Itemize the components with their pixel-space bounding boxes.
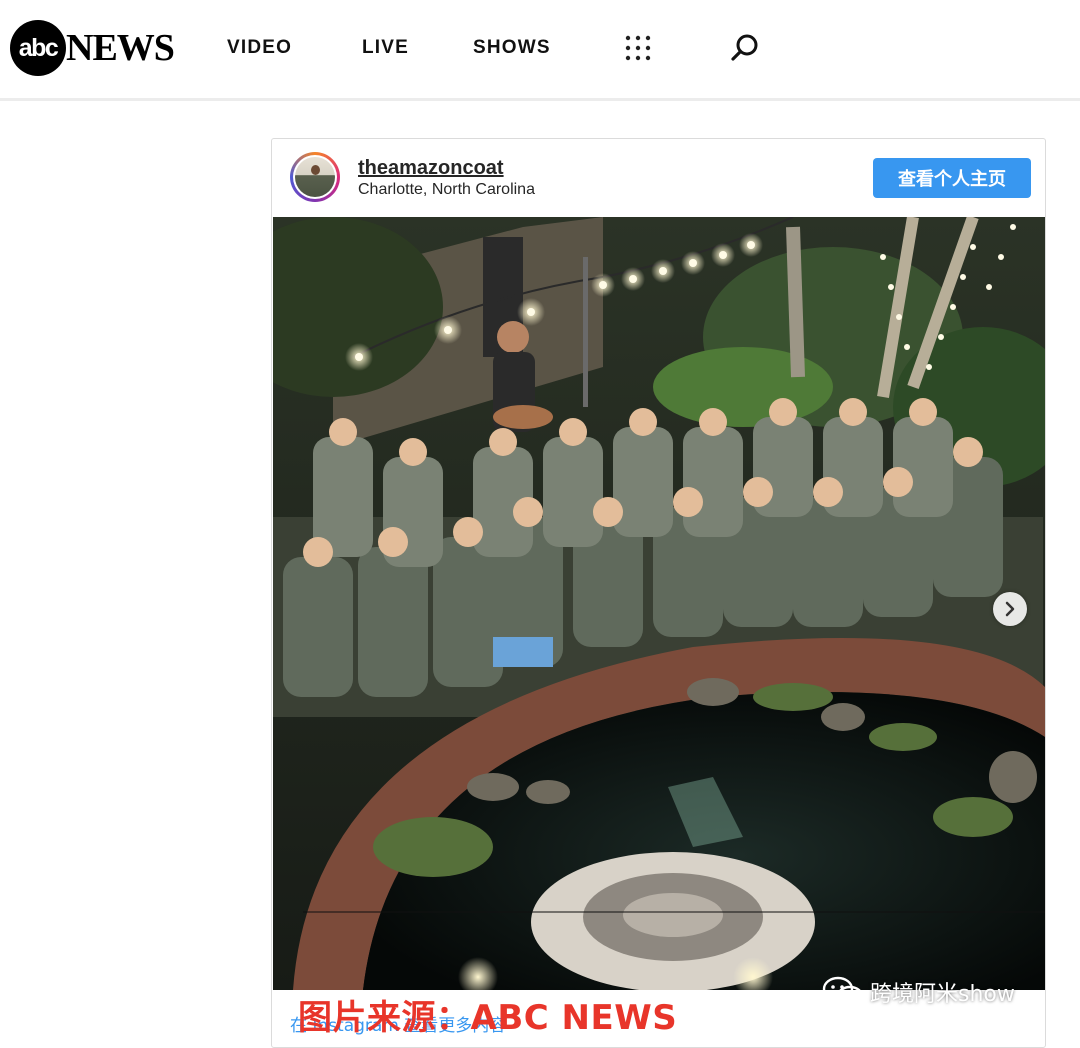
post-location[interactable]: Charlotte, North Carolina [358,181,535,199]
instagram-embed: theamazoncoat Charlotte, North Carolina … [271,138,1046,1048]
nav-video[interactable]: VIDEO [227,37,292,59]
grid-dots-icon[interactable] [625,35,651,61]
wechat-watermark: 跨境阿米show [822,976,1015,1008]
post-photo[interactable] [273,217,1045,990]
search-icon[interactable] [730,33,760,63]
post-username[interactable]: theamazoncoat [358,157,504,180]
image-source-caption: 图片来源：ABC NEWS [298,998,678,1038]
chevron-right-icon [1005,601,1015,617]
next-photo-button[interactable] [993,592,1027,626]
site-header: abc NEWS VIDEO LIVE SHOWS [0,0,1080,101]
abc-logo-circle: abc [10,20,66,76]
nav-live[interactable]: LIVE [362,37,409,59]
view-profile-button[interactable]: 查看个人主页 [873,158,1031,198]
watermark-text: 跨境阿米show [870,982,1015,1007]
photo-group-in-garden [273,217,1045,990]
avatar[interactable] [290,152,340,202]
nav-shows[interactable]: SHOWS [473,37,551,59]
news-wordmark: NEWS [66,27,175,69]
avatar-photo [295,157,335,197]
post-header: theamazoncoat Charlotte, North Carolina … [272,139,1045,217]
abc-news-logo[interactable]: abc NEWS [10,19,175,77]
wechat-icon [822,976,864,1007]
